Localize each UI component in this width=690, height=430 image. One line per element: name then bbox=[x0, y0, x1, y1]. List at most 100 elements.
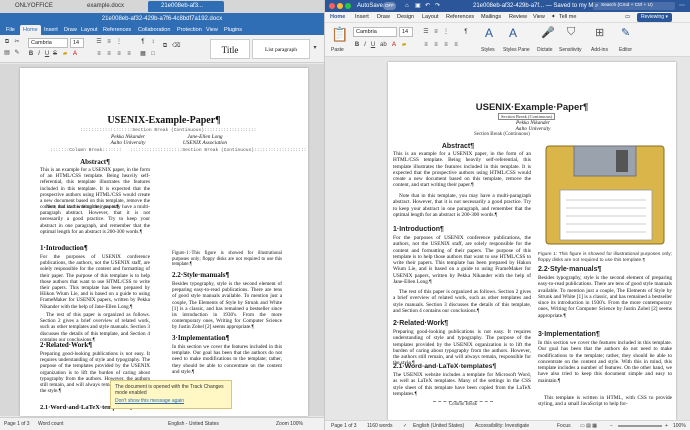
highlight-icon[interactable]: ▰ bbox=[401, 42, 407, 48]
focus-button[interactable]: Focus bbox=[557, 421, 571, 430]
bullet-list-icon[interactable]: ☰ bbox=[96, 39, 102, 45]
tab-review[interactable]: Review bbox=[509, 12, 527, 23]
menu-view[interactable]: View bbox=[206, 25, 218, 35]
view-mode-icon[interactable]: ▭ ▤ ▦ bbox=[580, 421, 597, 430]
bold-icon[interactable]: B bbox=[354, 42, 360, 48]
font-color-icon[interactable]: A bbox=[72, 51, 78, 57]
tab-references[interactable]: References bbox=[446, 12, 474, 23]
language-select[interactable]: English (United States) bbox=[413, 421, 464, 430]
align-left-icon[interactable]: ≡ bbox=[96, 51, 102, 57]
justify-icon[interactable]: ≡ bbox=[126, 51, 132, 57]
borders-icon[interactable]: □ bbox=[150, 51, 156, 57]
underline-icon[interactable]: U bbox=[370, 42, 376, 48]
strikethrough-icon[interactable]: S bbox=[52, 51, 58, 57]
editor-icon[interactable]: ✎ bbox=[621, 26, 630, 39]
dictate-icon[interactable]: 🎤 bbox=[541, 26, 555, 39]
minimize-window-icon[interactable] bbox=[337, 3, 343, 9]
redo-icon[interactable]: ↷ bbox=[435, 0, 440, 12]
font-color-icon[interactable]: A bbox=[391, 42, 397, 48]
line-spacing-icon[interactable]: ↕ bbox=[150, 39, 156, 45]
chevron-down-icon[interactable]: ▾ bbox=[312, 45, 318, 51]
justify-icon[interactable]: ≡ bbox=[453, 42, 459, 48]
bold-icon[interactable]: B bbox=[28, 51, 34, 57]
accessibility-checker[interactable]: Accessibility: Investigate bbox=[475, 421, 529, 430]
shading-icon[interactable]: ▦ bbox=[140, 51, 146, 57]
format-painter-icon[interactable]: ✎ bbox=[14, 50, 20, 56]
font-size-select[interactable]: 14 bbox=[399, 27, 413, 37]
tab-insert[interactable]: Insert bbox=[355, 12, 369, 23]
tab-draw[interactable]: Draw bbox=[377, 12, 390, 23]
zoom-out-icon[interactable]: − bbox=[610, 421, 613, 430]
align-right-icon[interactable]: ≡ bbox=[443, 42, 449, 48]
menu-plugins[interactable]: Plugins bbox=[224, 25, 242, 35]
numbered-list-icon[interactable]: ≡ bbox=[106, 39, 112, 45]
cut-icon[interactable]: ✂ bbox=[14, 39, 20, 45]
paste-icon[interactable]: 📋 bbox=[331, 26, 348, 43]
tab-onlyoffice[interactable]: ONLYOFFICE bbox=[2, 1, 72, 12]
copy-style-icon[interactable]: ⧉ bbox=[162, 43, 168, 49]
paragraph-marks-icon[interactable]: ¶ bbox=[140, 39, 146, 45]
document-page[interactable]: USENIX-Example-Paper¶ ::::::::::::::::::… bbox=[20, 68, 308, 416]
zoom-window-icon[interactable] bbox=[345, 3, 351, 9]
close-window-icon[interactable] bbox=[329, 3, 335, 9]
tell-me-field[interactable]: Tell me bbox=[559, 12, 576, 23]
save-icon[interactable]: ▣ bbox=[415, 0, 421, 12]
bullet-list-icon[interactable]: ☰ bbox=[423, 29, 429, 35]
undo-icon[interactable]: ↶ bbox=[425, 0, 430, 12]
tab-current-doc[interactable]: 21e008eb-af3... bbox=[148, 1, 224, 12]
styles-pane-icon[interactable]: A bbox=[509, 26, 517, 40]
add-ins-icon[interactable]: ⊞ bbox=[595, 26, 604, 39]
align-center-icon[interactable]: ≡ bbox=[106, 51, 112, 57]
style-list-paragraph[interactable]: List paragraph bbox=[252, 39, 310, 59]
tab-design[interactable]: Design bbox=[397, 12, 414, 23]
menu-file[interactable]: File bbox=[6, 25, 15, 35]
align-left-icon[interactable]: ≡ bbox=[423, 42, 429, 48]
font-size-select[interactable]: 14 bbox=[70, 38, 84, 48]
menu-collaboration[interactable]: Collaboration bbox=[138, 25, 170, 35]
font-family-select[interactable]: Cambria bbox=[28, 38, 68, 48]
document-page[interactable]: USENIX·Example·Paper¶ Section Break (Con… bbox=[388, 62, 676, 420]
align-center-icon[interactable]: ≡ bbox=[433, 42, 439, 48]
reviewing-button[interactable]: Reviewing ▾ bbox=[637, 13, 672, 22]
style-title[interactable]: Title bbox=[210, 39, 250, 59]
menu-home[interactable]: Home bbox=[20, 25, 41, 35]
language-select[interactable]: English - United States bbox=[168, 418, 219, 430]
tab-view[interactable]: View bbox=[533, 12, 545, 23]
clear-style-icon[interactable]: ⌫ bbox=[172, 43, 180, 49]
menu-protection[interactable]: Protection bbox=[177, 25, 202, 35]
copy-icon[interactable]: ⧉ bbox=[4, 39, 10, 45]
styles-icon[interactable]: A bbox=[485, 26, 493, 40]
multilevel-list-icon[interactable]: ⋮ bbox=[116, 39, 122, 45]
proofing-icon[interactable]: ✓ bbox=[403, 421, 407, 430]
paragraph-marks-icon[interactable]: ¶ bbox=[463, 29, 469, 35]
strikethrough-icon[interactable]: ab bbox=[380, 42, 387, 48]
zoom-in-icon[interactable]: + bbox=[665, 421, 668, 430]
menu-references[interactable]: References bbox=[103, 25, 131, 35]
italic-icon[interactable]: I bbox=[362, 42, 368, 48]
sensitivity-icon[interactable]: ⛉ bbox=[567, 26, 575, 39]
tab-layout[interactable]: Layout bbox=[422, 12, 439, 23]
menu-insert[interactable]: Insert bbox=[44, 25, 58, 35]
zoom-slider[interactable] bbox=[618, 425, 662, 427]
paste-icon[interactable]: ▤ bbox=[4, 50, 10, 56]
highlight-icon[interactable]: ▰ bbox=[62, 51, 68, 57]
tab-example-docx[interactable]: example.docx bbox=[74, 1, 146, 12]
italic-icon[interactable]: I bbox=[36, 51, 42, 57]
dont-show-again-link[interactable]: Don't show this message again bbox=[115, 398, 227, 404]
underline-icon[interactable]: U bbox=[44, 51, 50, 57]
autosave-toggle[interactable]: OFF bbox=[383, 2, 396, 10]
numbered-list-icon[interactable]: ≡ bbox=[433, 29, 439, 35]
tab-mailings[interactable]: Mailings bbox=[481, 12, 501, 23]
align-right-icon[interactable]: ≡ bbox=[116, 51, 122, 57]
home-icon[interactable]: ⌂ bbox=[405, 0, 409, 12]
multilevel-list-icon[interactable]: ⋮ bbox=[443, 29, 449, 35]
more-icon[interactable]: ⋯ bbox=[679, 0, 685, 12]
menu-layout[interactable]: Layout bbox=[81, 25, 98, 35]
menu-draw[interactable]: Draw bbox=[64, 25, 77, 35]
search-input[interactable]: Search (Cmd + Ctrl + U) bbox=[593, 2, 675, 10]
zoom-level[interactable]: Zoom 100% bbox=[276, 418, 303, 430]
word-count[interactable]: 1160 words bbox=[367, 421, 392, 430]
word-count-button[interactable]: Word count bbox=[38, 418, 63, 430]
comment-icon[interactable]: ▭ bbox=[625, 12, 630, 23]
font-family-select[interactable]: Cambria bbox=[353, 27, 397, 37]
